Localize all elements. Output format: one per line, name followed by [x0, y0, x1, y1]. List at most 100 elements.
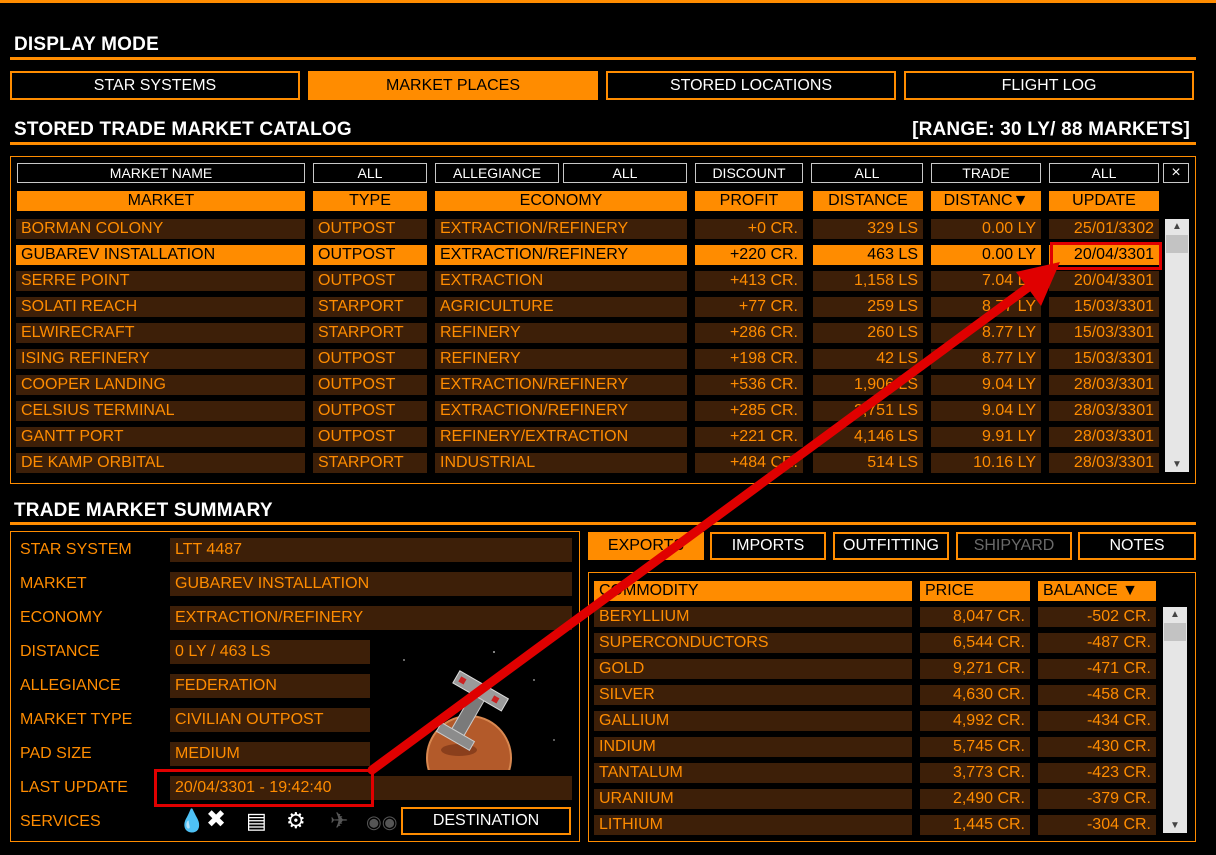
black-market-icon: ◉◉ — [366, 812, 398, 832]
market-row[interactable]: ISING REFINERY OUTPOST REFINERY +198 CR. 42 … — [16, 349, 1159, 369]
distance-ly-cell: 7.04 LY — [931, 271, 1041, 291]
filter-economy[interactable]: ALL — [563, 163, 687, 183]
commodity-balance-cell: -423 CR. — [1038, 763, 1156, 783]
update-cell: 25/01/3302 — [1049, 219, 1159, 239]
distance-cell: 42 LS — [813, 349, 923, 369]
economy-cell: INDUSTRIAL — [435, 453, 687, 473]
commodity-row[interactable]: LITHIUM 1,445 CR. -304 CR. — [594, 815, 1156, 835]
distance-cell: 1,906 LS — [813, 375, 923, 395]
tab-stored-locations[interactable]: STORED LOCATIONS — [606, 71, 896, 100]
filter-distance[interactable]: ALL — [811, 163, 923, 183]
profit-cell: +413 CR. — [695, 271, 803, 291]
distance-ly-cell: 8.77 LY — [931, 323, 1041, 343]
commodity-price-cell: 8,047 CR. — [920, 607, 1030, 627]
catalog-title: STORED TRADE MARKET CATALOG — [14, 119, 352, 140]
commodity-row[interactable]: SILVER 4,630 CR. -458 CR. — [594, 685, 1156, 705]
filter-discount[interactable]: DISCOUNT — [695, 163, 803, 183]
market-row[interactable]: SERRE POINT OUTPOST EXTRACTION +413 CR. 1,15… — [16, 271, 1159, 291]
col-economy[interactable]: ECONOMY — [435, 191, 687, 211]
commodity-row[interactable]: SUPERCONDUCTORS 6,544 CR. -487 CR. — [594, 633, 1156, 653]
summary-label: MARKET TYPE — [20, 711, 133, 728]
commodity-scroll-thumb[interactable] — [1164, 623, 1186, 641]
filter-trade[interactable]: TRADE — [931, 163, 1041, 183]
tab-star-systems[interactable]: STAR SYSTEMS — [10, 71, 300, 100]
commodity-row[interactable]: GALLIUM 4,992 CR. -434 CR. — [594, 711, 1156, 731]
clear-filters-button[interactable]: × — [1163, 163, 1189, 183]
outfitting-icon: ⚙ — [286, 808, 306, 833]
tab-market-places[interactable]: MARKET PLACES — [308, 71, 598, 100]
catalog-scrollbar[interactable]: ▲ ▼ — [1165, 219, 1189, 472]
filter-type[interactable]: ALL — [313, 163, 427, 183]
col-commodity[interactable]: COMMODITY — [594, 581, 912, 601]
distance-ly-cell: 9.04 LY — [931, 401, 1041, 421]
col-price[interactable]: PRICE — [920, 581, 1030, 601]
market-cell: ELWIRECRAFT — [16, 323, 305, 343]
type-cell: STARPORT — [313, 453, 427, 473]
commodity-balance-cell: -487 CR. — [1038, 633, 1156, 653]
commodity-balance-cell: -430 CR. — [1038, 737, 1156, 757]
market-row[interactable]: GUBAREV INSTALLATION OUTPOST EXTRACTION/RE… — [16, 245, 1159, 265]
market-row[interactable]: ELWIRECRAFT STARPORT REFINERY +286 CR. 260 L… — [16, 323, 1159, 343]
update-cell: 15/03/3301 — [1049, 349, 1159, 369]
catalog-scroll-thumb[interactable] — [1166, 235, 1188, 253]
filter-allegiance[interactable]: ALLEGIANCE — [435, 163, 559, 183]
distance-ly-cell: 9.04 LY — [931, 375, 1041, 395]
distance-ly-cell: 10.16 LY — [931, 453, 1041, 473]
commodity-name-cell: GALLIUM — [594, 711, 912, 731]
summary-label: LAST UPDATE — [20, 779, 128, 796]
tab-notes[interactable]: NOTES — [1078, 532, 1196, 560]
summary-value: GUBAREV INSTALLATION — [170, 572, 572, 596]
col-update[interactable]: UPDATE — [1049, 191, 1159, 211]
commodity-name-cell: URANIUM — [594, 789, 912, 809]
summary-label: PAD SIZE — [20, 745, 92, 762]
market-cell: GUBAREV INSTALLATION — [16, 245, 305, 265]
commodity-row[interactable]: INDIUM 5,745 CR. -430 CR. — [594, 737, 1156, 757]
summary-value: FEDERATION — [170, 674, 370, 698]
market-row[interactable]: COOPER LANDING OUTPOST EXTRACTION/REFINERY… — [16, 375, 1159, 395]
col-balance[interactable]: BALANCE ▼ — [1038, 581, 1156, 601]
type-cell: OUTPOST — [313, 375, 427, 395]
tab-shipyard[interactable]: SHIPYARD — [956, 532, 1072, 560]
commodity-row[interactable]: URANIUM 2,490 CR. -379 CR. — [594, 789, 1156, 809]
annotation-highlight-last-update — [154, 769, 374, 807]
station-image — [374, 640, 570, 770]
tab-outfitting[interactable]: OUTFITTING — [833, 532, 949, 560]
profit-cell: +198 CR. — [695, 349, 803, 369]
tab-exports[interactable]: EXPORTS — [588, 532, 704, 560]
col-profit[interactable]: PROFIT — [695, 191, 803, 211]
market-cell: CELSIUS TERMINAL — [16, 401, 305, 421]
filter-update[interactable]: ALL — [1049, 163, 1159, 183]
commodity-row[interactable]: TANTALUM 3,773 CR. -423 CR. — [594, 763, 1156, 783]
col-market[interactable]: MARKET — [17, 191, 305, 211]
scroll-up-icon[interactable]: ▲ — [1165, 221, 1189, 232]
summary-value: MEDIUM — [170, 742, 370, 766]
commodity-balance-cell: -471 CR. — [1038, 659, 1156, 679]
scroll-down-icon[interactable]: ▼ — [1163, 820, 1187, 831]
market-row[interactable]: CELSIUS TERMINAL OUTPOST EXTRACTION/REFINE… — [16, 401, 1159, 421]
commodity-scrollbar[interactable]: ▲ ▼ — [1163, 607, 1187, 833]
commodity-row[interactable]: GOLD 9,271 CR. -471 CR. — [594, 659, 1156, 679]
destination-button[interactable]: DESTINATION — [401, 807, 571, 835]
economy-cell: EXTRACTION/REFINERY — [435, 375, 687, 395]
tab-imports[interactable]: IMPORTS — [710, 532, 826, 560]
filter-market-name[interactable]: MARKET NAME — [17, 163, 305, 183]
market-row[interactable]: SOLATI REACH STARPORT AGRICULTURE +77 CR. 25… — [16, 297, 1159, 317]
commodity-row[interactable]: BERYLLIUM 8,047 CR. -502 CR. — [594, 607, 1156, 627]
update-cell: 28/03/3301 — [1049, 401, 1159, 421]
col-distance-ly[interactable]: DISTANC▼ — [931, 191, 1041, 211]
market-row[interactable]: BORMAN COLONY OUTPOST EXTRACTION/REFINERY +… — [16, 219, 1159, 239]
profit-cell: +286 CR. — [695, 323, 803, 343]
market-row[interactable]: DE KAMP ORBITAL STARPORT INDUSTRIAL +484 CR… — [16, 453, 1159, 473]
refuel-icon: 💧 — [178, 808, 206, 833]
market-row[interactable]: GANTT PORT OUTPOST REFINERY/EXTRACTION +221… — [16, 427, 1159, 447]
market-cell: DE KAMP ORBITAL — [16, 453, 305, 473]
tab-flight-log[interactable]: FLIGHT LOG — [904, 71, 1194, 100]
col-type[interactable]: TYPE — [313, 191, 427, 211]
col-distance[interactable]: DISTANCE — [813, 191, 923, 211]
market-cell: BORMAN COLONY — [16, 219, 305, 239]
scroll-up-icon[interactable]: ▲ — [1163, 609, 1187, 620]
summary-value: CIVILIAN OUTPOST — [170, 708, 370, 732]
market-cell: SOLATI REACH — [16, 297, 305, 317]
commodity-price-cell: 6,544 CR. — [920, 633, 1030, 653]
scroll-down-icon[interactable]: ▼ — [1165, 459, 1189, 470]
